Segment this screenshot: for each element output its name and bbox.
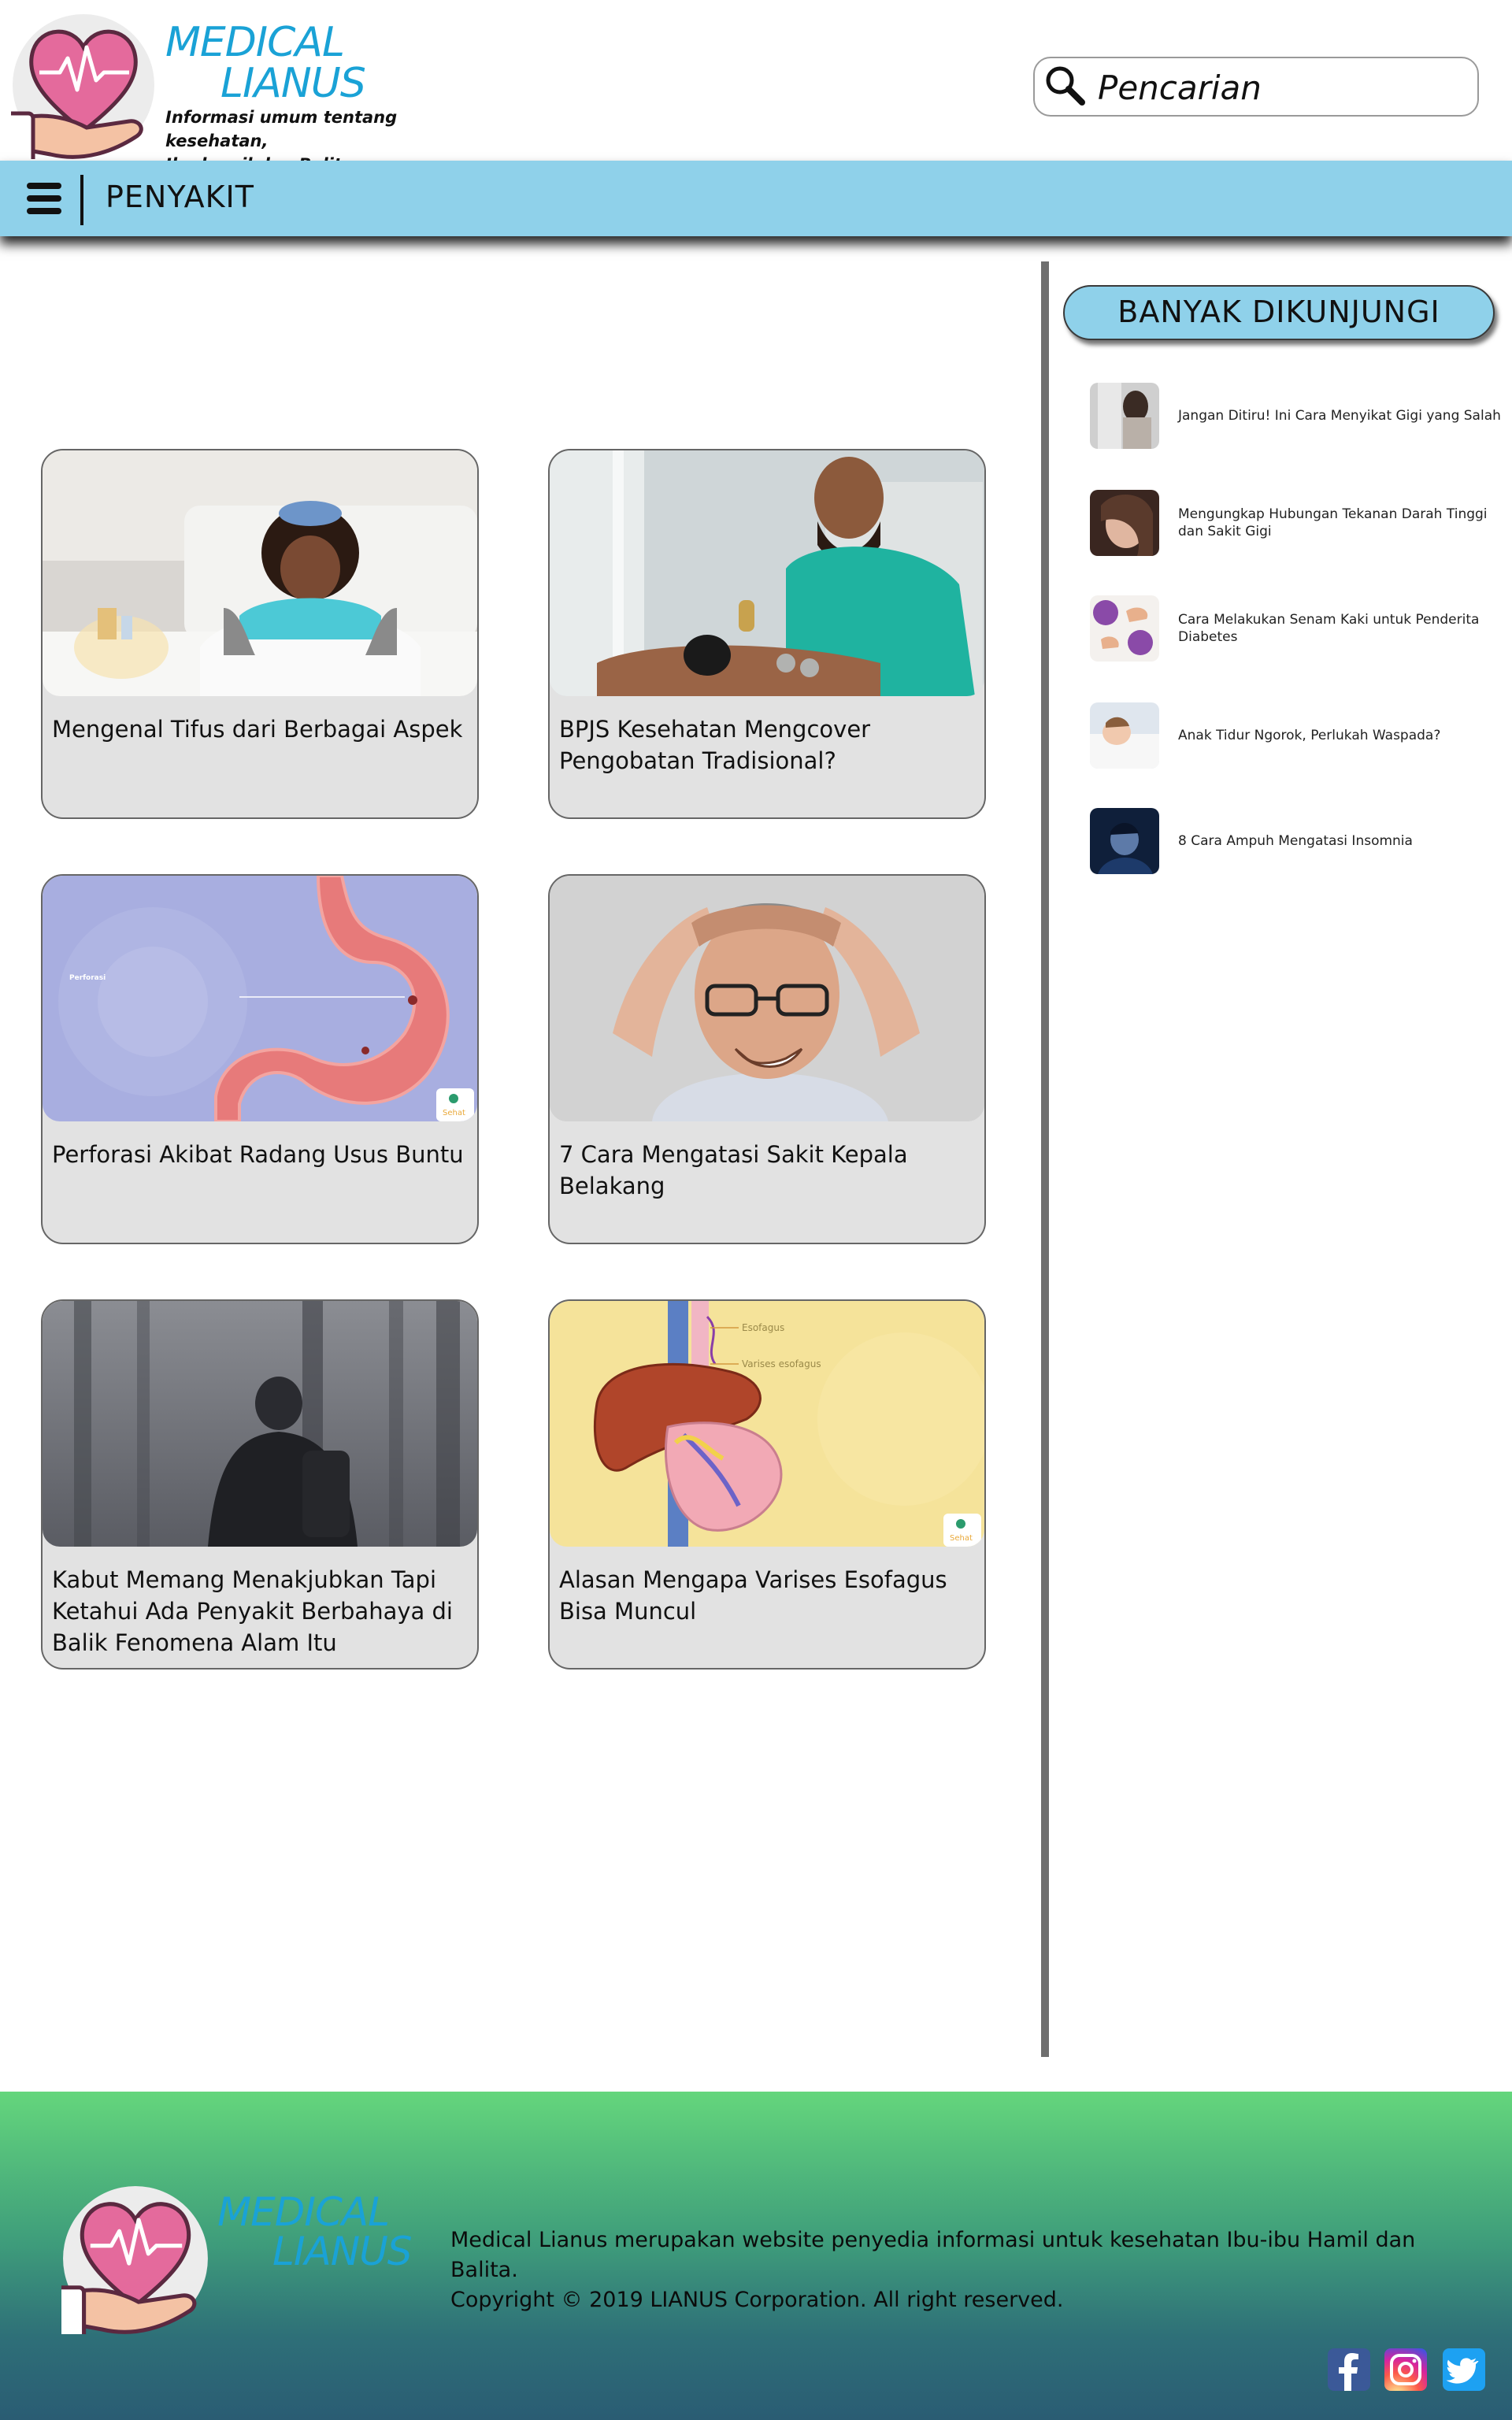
- insomnia-photo[interactable]: [1090, 808, 1159, 874]
- heart-hand-logo-icon[interactable]: [54, 2185, 211, 2341]
- article-title[interactable]: Perforasi Akibat Radang Usus Buntu: [52, 1139, 469, 1170]
- foggy-forest-photo[interactable]: [43, 1301, 477, 1547]
- article-card[interactable]: Kabut Memang Menakjubkan Tapi Ketahui Ad…: [41, 1299, 479, 1670]
- magnifier-icon[interactable]: [1043, 63, 1087, 107]
- stomach-illustration[interactable]: Perforasi Sehat: [43, 876, 477, 1121]
- watermark-text: Sehat: [950, 1534, 973, 1543]
- facebook-icon[interactable]: [1328, 2348, 1370, 2391]
- esophagus-label: Esofagus: [742, 1322, 784, 1333]
- cupping-therapy-photo[interactable]: [550, 450, 984, 696]
- instagram-icon[interactable]: [1384, 2348, 1427, 2391]
- popular-item-title[interactable]: Mengungkap Hubungan Tekanan Darah Tinggi…: [1178, 490, 1509, 556]
- toothbrush-photo[interactable]: [1090, 383, 1159, 449]
- category-title: PENYAKIT: [106, 180, 254, 214]
- brand-name[interactable]: MEDICAL LIANUS: [165, 22, 370, 104]
- brand-name-line1: MEDICAL: [165, 19, 345, 66]
- liver-esophagus-illustration[interactable]: Esofagus Varises esofagus Sehat: [550, 1301, 984, 1547]
- popular-item-title[interactable]: Cara Melakukan Senam Kaki untuk Penderit…: [1178, 595, 1509, 662]
- article-title[interactable]: Kabut Memang Menakjubkan Tapi Ketahui Ad…: [52, 1564, 469, 1658]
- search-input[interactable]: [1096, 65, 1469, 110]
- popular-item[interactable]: Anak Tidur Ngorok, Perlukah Waspada?: [1090, 702, 1499, 770]
- popular-item[interactable]: Mengungkap Hubungan Tekanan Darah Tinggi…: [1090, 490, 1499, 558]
- sleeping-child-photo[interactable]: [1090, 702, 1159, 769]
- site-header: MEDICAL LIANUS Informasi umum tentang ke…: [0, 0, 1512, 174]
- hamburger-menu-icon[interactable]: [27, 183, 61, 214]
- footer-brand-name: MEDICAL LIANUS: [217, 2192, 422, 2271]
- popular-item-title[interactable]: Jangan Ditiru! Ini Cara Menyikat Gigi ya…: [1178, 383, 1509, 449]
- footer-about: Medical Lianus merupakan website penyedi…: [450, 2225, 1458, 2315]
- site-footer: MEDICAL LIANUS Medical Lianus merupakan …: [0, 2092, 1512, 2420]
- article-card[interactable]: Esofagus Varises esofagus Sehat Alasan M…: [548, 1299, 986, 1670]
- sidebar-divider: [1041, 261, 1049, 2057]
- tagline-line1: Informasi umum tentang kesehatan,: [165, 108, 398, 150]
- man-headache-photo[interactable]: [550, 876, 984, 1121]
- article-card[interactable]: Mengenal Tifus dari Berbagai Aspek: [41, 449, 479, 819]
- article-title[interactable]: BPJS Kesehatan Mengcover Pengobatan Trad…: [559, 713, 976, 776]
- article-card[interactable]: Perforasi Sehat Perforasi Akibat Radang …: [41, 874, 479, 1244]
- varices-label: Varises esofagus: [742, 1358, 821, 1369]
- popular-item[interactable]: 8 Cara Ampuh Mengatasi Insomnia: [1090, 808, 1499, 876]
- footer-brand-line1: MEDICAL: [217, 2189, 390, 2235]
- article-title[interactable]: Mengenal Tifus dari Berbagai Aspek: [52, 713, 469, 745]
- footer-description: Medical Lianus merupakan website penyedi…: [450, 2228, 1416, 2282]
- brand-name-line2: LIANUS: [220, 60, 366, 107]
- stomach-caption-bold: Perforasi: [69, 974, 106, 982]
- category-bar: PENYAKIT: [0, 161, 1512, 236]
- toothache-photo[interactable]: [1090, 490, 1159, 556]
- sick-woman-in-bed-photo[interactable]: [43, 450, 477, 696]
- article-title[interactable]: 7 Cara Mengatasi Sakit Kepala Belakang: [559, 1139, 976, 1202]
- popular-item[interactable]: Jangan Ditiru! Ini Cara Menyikat Gigi ya…: [1090, 383, 1501, 450]
- article-card[interactable]: BPJS Kesehatan Mengcover Pengobatan Trad…: [548, 449, 986, 819]
- foot-exercise-illustration[interactable]: [1090, 595, 1159, 662]
- popular-item-title[interactable]: 8 Cara Ampuh Mengatasi Insomnia: [1178, 808, 1509, 874]
- article-title[interactable]: Alasan Mengapa Varises Esofagus Bisa Mun…: [559, 1564, 976, 1627]
- nav-divider: [80, 175, 83, 225]
- article-card[interactable]: 7 Cara Mengatasi Sakit Kepala Belakang: [548, 874, 986, 1244]
- search-box[interactable]: [1033, 57, 1479, 117]
- footer-brand-line2: LIANUS: [272, 2229, 413, 2274]
- watermark-text: Sehat: [443, 1109, 465, 1117]
- heart-hand-logo-icon[interactable]: [4, 13, 158, 166]
- popular-item-title[interactable]: Anak Tidur Ngorok, Perlukah Waspada?: [1178, 702, 1509, 769]
- footer-copyright: Copyright © 2019 LIANUS Corporation. All…: [450, 2288, 1064, 2312]
- twitter-icon[interactable]: [1443, 2348, 1485, 2391]
- popular-header: BANYAK DIKUNJUNGI: [1063, 285, 1495, 340]
- popular-item[interactable]: Cara Melakukan Senam Kaki untuk Penderit…: [1090, 595, 1499, 663]
